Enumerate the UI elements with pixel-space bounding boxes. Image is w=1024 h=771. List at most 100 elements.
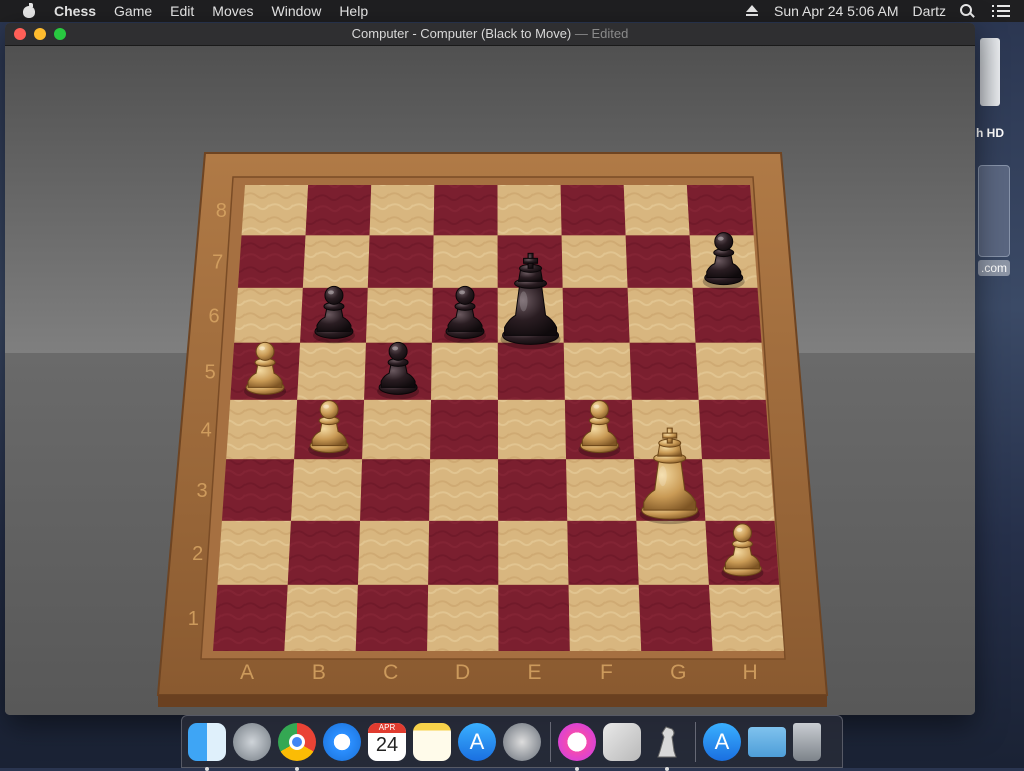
square-E1[interactable] [498, 584, 570, 651]
apple-menu-icon[interactable] [22, 3, 36, 19]
square-H4[interactable] [698, 399, 771, 460]
chess-board[interactable]: 8 7 6 5 4 3 2 1 A B C D E F G H [5, 45, 975, 715]
menu-moves[interactable]: Moves [212, 3, 253, 19]
square-B1[interactable] [284, 584, 358, 651]
file-label-B: B [312, 661, 326, 684]
square-F8[interactable] [560, 185, 626, 236]
square-D5[interactable] [431, 342, 498, 400]
square-H6[interactable] [692, 287, 762, 343]
square-F7[interactable] [561, 235, 628, 288]
hard-drive-label: h HD [976, 126, 1004, 140]
square-D4[interactable] [430, 399, 499, 460]
calendar-month: APR [368, 722, 406, 733]
square-G2[interactable] [636, 520, 709, 585]
dock-separator [550, 721, 551, 762]
notification-center-icon[interactable] [992, 5, 1010, 17]
calendar-day: 24 [375, 733, 399, 756]
square-C8[interactable] [369, 185, 435, 236]
square-G7[interactable] [625, 235, 693, 288]
window-title: Computer - Computer (Black to Move) — Ed… [5, 26, 975, 41]
square-A2[interactable] [217, 520, 292, 585]
square-E3[interactable] [498, 459, 568, 521]
square-B5[interactable] [297, 342, 367, 400]
menu-game[interactable]: Game [114, 3, 152, 19]
dock-launchpad-icon[interactable] [233, 722, 271, 761]
rank-label-4: 4 [201, 420, 212, 442]
eject-icon[interactable] [746, 5, 759, 17]
square-G1[interactable] [638, 584, 713, 651]
window-title-main: Computer - Computer (Black to Move) [351, 26, 572, 41]
square-C6[interactable] [366, 287, 433, 343]
dock-itunes-icon[interactable] [558, 722, 596, 771]
dock-chess-icon[interactable] [648, 723, 686, 771]
square-H3[interactable] [702, 459, 775, 521]
file-label-H: H [743, 661, 758, 684]
square-G5[interactable] [629, 342, 699, 400]
dock-downloads-folder-icon[interactable] [748, 726, 786, 757]
square-G6[interactable] [627, 287, 696, 343]
menu-edit[interactable]: Edit [170, 3, 194, 19]
desktop-app-label: .com [978, 260, 1011, 276]
board-stage: 8 7 6 5 4 3 2 1 A B C D E F G H [5, 45, 975, 715]
square-E4[interactable] [497, 399, 567, 460]
rank-label-7: 7 [212, 252, 223, 274]
square-C7[interactable] [367, 235, 434, 288]
dock-app-store-2-icon[interactable]: A [703, 722, 741, 761]
square-F2[interactable] [567, 520, 639, 585]
square-E2[interactable] [498, 520, 569, 585]
spotlight-search-icon[interactable] [960, 4, 974, 18]
square-B3[interactable] [291, 459, 363, 521]
square-A6[interactable] [234, 287, 303, 343]
square-A8[interactable] [241, 185, 309, 236]
file-label-G: G [670, 661, 686, 684]
square-F1[interactable] [568, 584, 642, 651]
dock-preview-icon[interactable] [603, 722, 641, 761]
square-A1[interactable] [213, 584, 288, 651]
menu-help[interactable]: Help [339, 3, 368, 19]
square-D2[interactable] [428, 520, 499, 585]
dock-safari-icon[interactable] [323, 722, 361, 761]
square-D1[interactable] [427, 584, 499, 651]
square-E5[interactable] [497, 342, 565, 400]
square-A4[interactable] [226, 399, 298, 460]
desktop-hard-drive[interactable]: h HD [976, 34, 1024, 140]
square-F5[interactable] [563, 342, 632, 400]
square-B2[interactable] [287, 520, 361, 585]
square-H5[interactable] [695, 342, 766, 400]
square-C2[interactable] [357, 520, 430, 585]
square-B8[interactable] [305, 185, 372, 236]
square-C1[interactable] [355, 584, 429, 651]
square-D3[interactable] [429, 459, 499, 521]
user-menu[interactable]: Dartz [913, 3, 946, 19]
dock-notes-icon[interactable] [413, 722, 451, 761]
square-B7[interactable] [302, 235, 370, 288]
rank-label-5: 5 [205, 361, 216, 383]
dock-app-store-icon[interactable]: A [458, 722, 496, 761]
menu-app-chess[interactable]: Chess [54, 3, 96, 19]
square-C4[interactable] [362, 399, 432, 460]
menu-window[interactable]: Window [272, 3, 322, 19]
square-H1[interactable] [708, 584, 784, 651]
board-frame-bottom [158, 695, 827, 707]
app-package-icon [978, 165, 1010, 257]
square-C3[interactable] [360, 459, 431, 521]
square-H8[interactable] [686, 185, 754, 236]
square-A7[interactable] [237, 235, 306, 288]
square-G8[interactable] [623, 185, 690, 236]
dock-system-preferences-icon[interactable] [503, 722, 541, 761]
square-D7[interactable] [432, 235, 498, 288]
rank-label-3: 3 [196, 480, 207, 502]
dock-finder-icon[interactable] [188, 722, 226, 771]
hard-drive-icon [980, 38, 1000, 106]
desktop-app-icon[interactable]: .com [976, 165, 1024, 276]
dock-trash-icon[interactable] [793, 722, 821, 761]
clock[interactable]: Sun Apr 24 5:06 AM [774, 3, 899, 19]
dock-calendar-icon[interactable]: APR 24 [368, 722, 406, 761]
square-E8[interactable] [497, 185, 562, 236]
square-F3[interactable] [566, 459, 637, 521]
square-A3[interactable] [221, 459, 295, 521]
square-F6[interactable] [562, 287, 630, 343]
square-D8[interactable] [433, 185, 498, 236]
dock-chrome-icon[interactable] [278, 722, 316, 771]
title-bar[interactable]: Computer - Computer (Black to Move) — Ed… [5, 23, 975, 46]
